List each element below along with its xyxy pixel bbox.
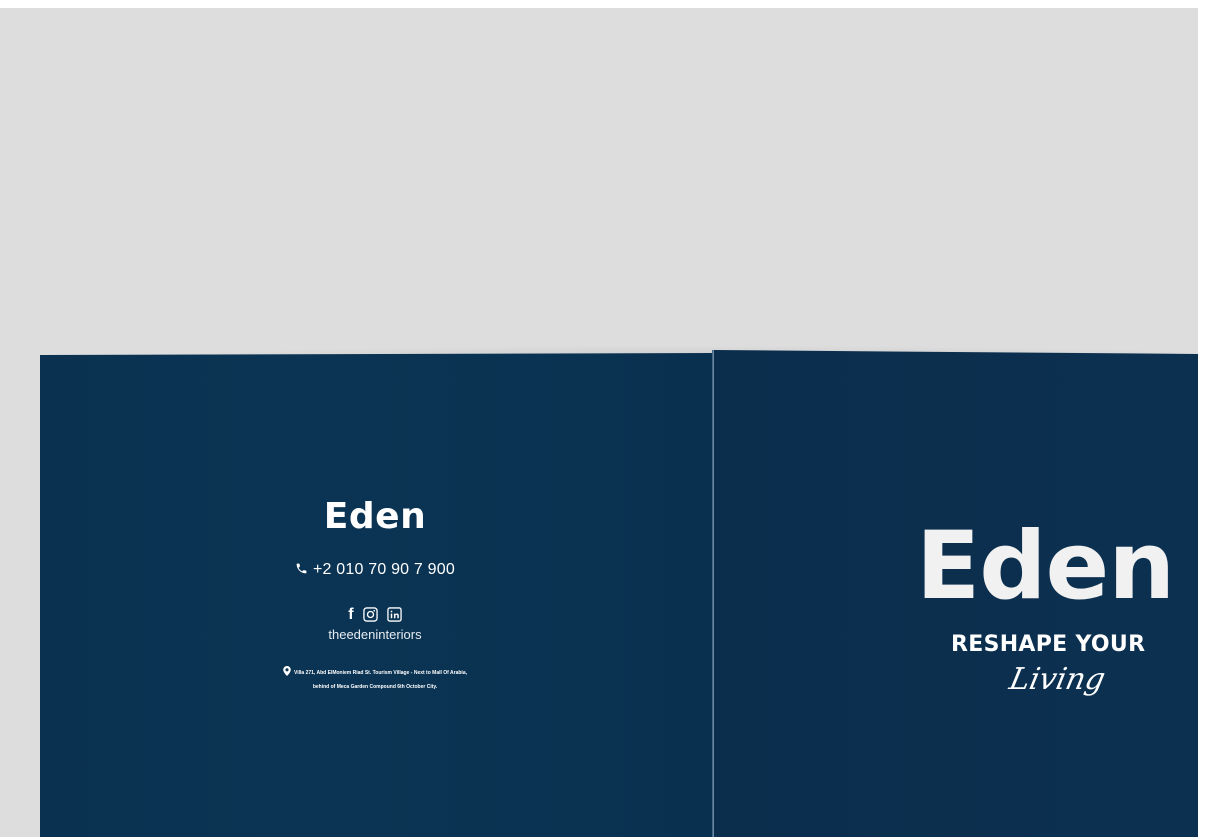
address-line-1: Villa 271, Abd ElMoniem Riad St. Tourism… — [293, 670, 467, 676]
front-cover-tagline: RESHAPE YOUR — [951, 632, 1146, 657]
front-cover-logo: Eden — [916, 512, 1175, 621]
instagram-icon — [362, 607, 378, 622]
phone-row: +2 010 70 90 7 900 — [270, 561, 480, 579]
phone-number: +2 010 70 90 7 900 — [313, 561, 455, 578]
facebook-icon: f — [348, 605, 354, 623]
back-cover-logo: Eden — [323, 496, 427, 537]
address-block: Villa 271, Abd ElMoniem Riad St. Tourism… — [220, 666, 530, 694]
linkedin-icon — [387, 607, 402, 622]
location-pin-icon — [283, 666, 291, 676]
social-icons: f — [300, 604, 450, 622]
phone-icon — [296, 563, 307, 574]
social-handle: theedeninteriors — [328, 627, 422, 642]
address-line-2: behind of Meca Garden Compound 6th Octob… — [312, 684, 438, 690]
fold-crease — [712, 350, 714, 837]
front-cover-script-word: Living — [1006, 662, 1109, 697]
brochure-mockup-scene: Eden +2 010 70 90 7 900 f theedeninterio… — [0, 0, 1205, 837]
back-cover-panel — [40, 353, 713, 837]
